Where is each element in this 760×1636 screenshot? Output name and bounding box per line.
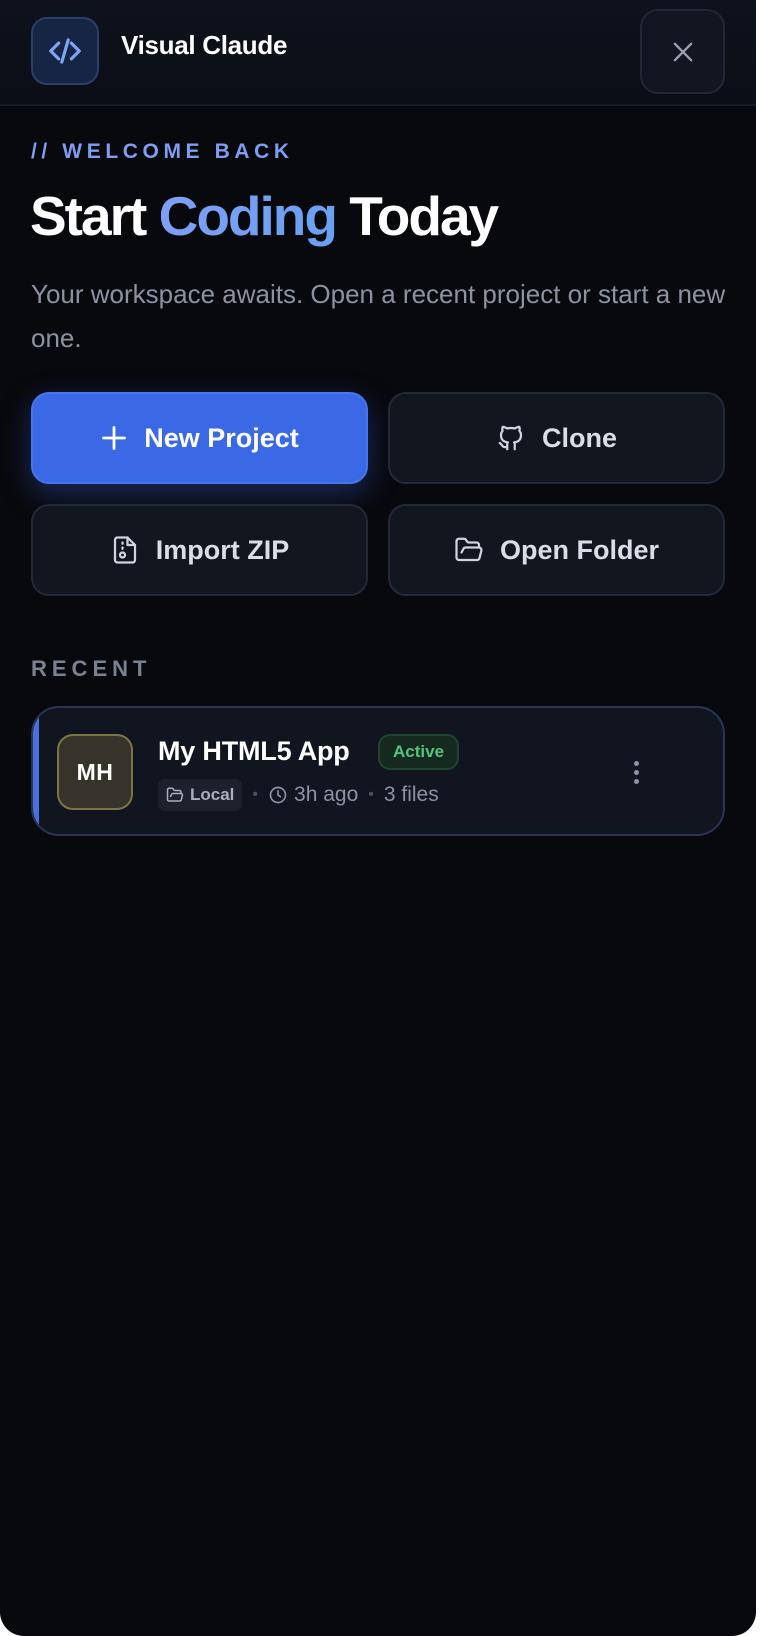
updated-label: 3h ago [294, 783, 359, 806]
meta-separator: • [252, 786, 259, 803]
card-accent-bar [33, 708, 39, 834]
more-vertical-icon [633, 760, 639, 784]
clock-icon [269, 786, 287, 804]
headline-accent: Coding [158, 185, 338, 247]
close-icon [673, 42, 692, 61]
new-project-button[interactable]: New Project [31, 392, 368, 484]
top-bar: Visual Claude [0, 0, 756, 106]
folder-icon [166, 787, 184, 802]
updated-time: 3h ago [268, 783, 358, 807]
meta-separator: • [368, 786, 374, 803]
app-logo [31, 17, 99, 85]
project-name: My HTML5 App [158, 736, 350, 766]
headline-start: Start [30, 185, 159, 247]
app-title: Visual Claude [121, 30, 288, 60]
clone-label: Clone [541, 422, 617, 453]
project-avatar: MH [57, 734, 133, 810]
page-title: Start Coding Today [30, 184, 499, 248]
page-subtitle: Your workspace awaits. Open a recent pro… [31, 279, 726, 353]
project-meta: Local • 3h ago • 3 files [158, 778, 439, 812]
status-badge: Active [378, 734, 460, 770]
close-button[interactable] [640, 9, 725, 94]
clone-button[interactable]: Clone [388, 392, 725, 484]
import-zip-label: Import ZIP [155, 534, 290, 565]
recent-project-card[interactable]: MH My HTML5 App Active Local • 3h ago • … [31, 706, 725, 836]
import-zip-button[interactable]: Import ZIP [31, 504, 368, 596]
welcome-eyebrow: // WELCOME BACK [31, 140, 294, 163]
recent-section-label: RECENT [31, 656, 152, 681]
headline-end: Today [335, 185, 499, 247]
welcome-panel: Visual Claude // WELCOME BACK Start Codi… [0, 0, 756, 1636]
code-icon [49, 38, 81, 64]
github-icon [496, 423, 526, 453]
file-count: 3 files [383, 783, 439, 806]
location-label: Local [190, 785, 235, 804]
location-chip: Local [158, 779, 243, 811]
new-project-label: New Project [144, 422, 299, 453]
zip-file-icon [110, 535, 140, 565]
plus-icon [100, 424, 128, 452]
open-folder-label: Open Folder [499, 534, 659, 565]
open-folder-button[interactable]: Open Folder [388, 504, 725, 596]
more-options-button[interactable] [608, 744, 664, 800]
folder-open-icon [454, 535, 484, 565]
